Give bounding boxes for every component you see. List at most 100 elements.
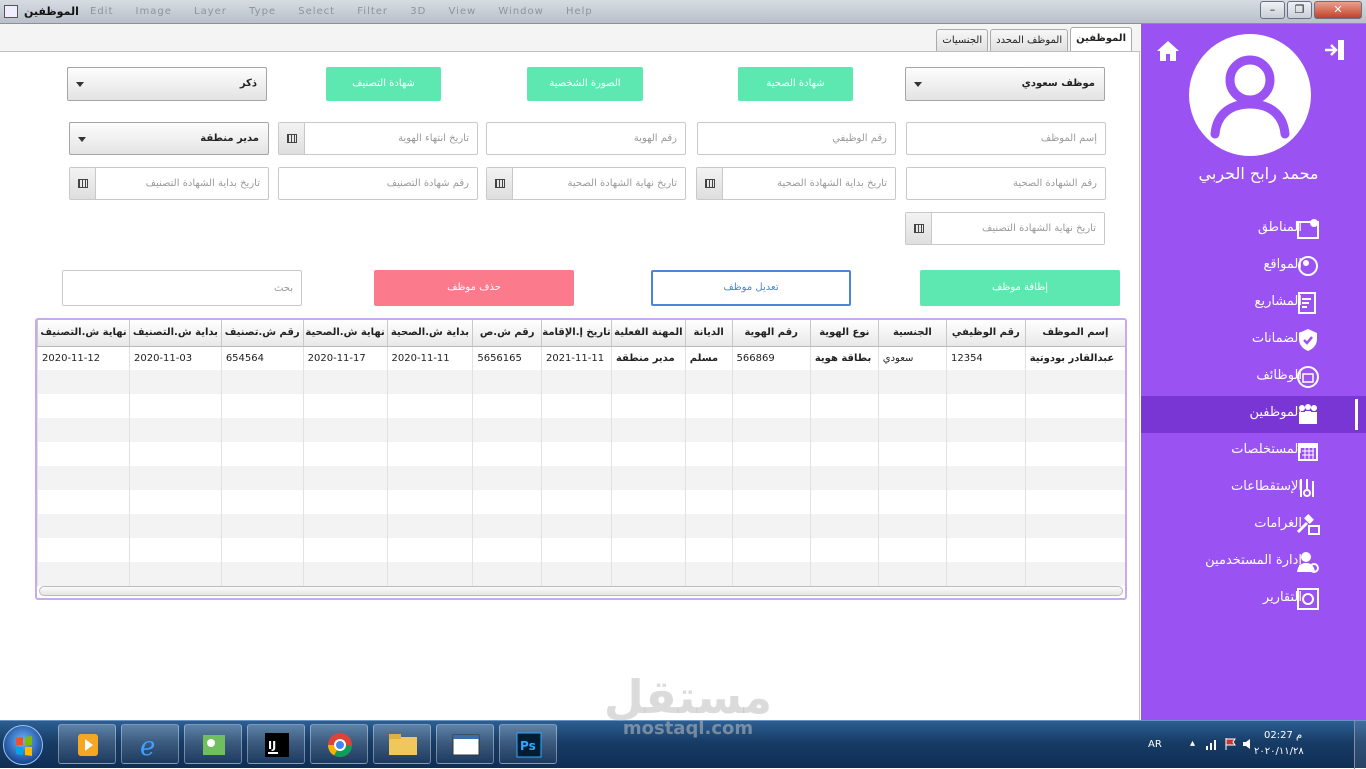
- table-cell[interactable]: [220, 418, 304, 442]
- table-cell[interactable]: [386, 514, 473, 538]
- sidebar-item[interactable]: الوظائف: [1141, 359, 1366, 396]
- table-cell[interactable]: [302, 538, 388, 562]
- table-cell[interactable]: [1024, 370, 1125, 394]
- sidebar-item[interactable]: المستخلصات: [1141, 433, 1366, 470]
- column-header[interactable]: رقم الوظيفي: [945, 320, 1026, 347]
- table-cell[interactable]: [128, 538, 222, 562]
- table-cell[interactable]: [731, 514, 811, 538]
- table-cell[interactable]: [731, 490, 811, 514]
- table-cell[interactable]: [945, 466, 1026, 490]
- table-cell[interactable]: [945, 514, 1026, 538]
- table-cell[interactable]: [128, 490, 222, 514]
- table-cell[interactable]: [945, 490, 1026, 514]
- table-cell[interactable]: [37, 562, 130, 586]
- table-cell[interactable]: [540, 562, 612, 586]
- taskbar-intellij-icon[interactable]: IJ: [247, 724, 305, 764]
- table-cell[interactable]: 2020-11-12: [37, 346, 130, 370]
- table-cell[interactable]: [540, 538, 612, 562]
- table-cell[interactable]: [37, 442, 130, 466]
- table-cell[interactable]: [610, 514, 686, 538]
- table-cell[interactable]: [302, 418, 388, 442]
- gender-select[interactable]: ذكر: [67, 67, 267, 101]
- table-cell[interactable]: [128, 394, 222, 418]
- table-cell[interactable]: [540, 394, 612, 418]
- table-cell[interactable]: عبدالقادر بودوتية: [1024, 346, 1125, 370]
- sidebar-item[interactable]: الإستقطاعات: [1141, 470, 1366, 507]
- sidebar-item[interactable]: المشاريع: [1141, 285, 1366, 322]
- taskbar-explorer-icon[interactable]: [373, 724, 431, 764]
- table-cell[interactable]: [731, 394, 811, 418]
- table-cell[interactable]: [684, 466, 733, 490]
- table-cell[interactable]: [1024, 466, 1125, 490]
- table-row[interactable]: [37, 418, 1125, 442]
- column-header[interactable]: نهاية ش.التصنيف: [37, 320, 130, 347]
- column-header[interactable]: الجنسية: [877, 320, 947, 347]
- search-input[interactable]: بحث: [62, 270, 302, 306]
- table-cell[interactable]: [610, 442, 686, 466]
- taskbar-ie-icon[interactable]: e: [121, 724, 179, 764]
- table-cell[interactable]: [945, 370, 1026, 394]
- table-cell[interactable]: [945, 394, 1026, 418]
- minimize-button[interactable]: –: [1260, 1, 1285, 19]
- sidebar-item[interactable]: الموظفين: [1141, 396, 1366, 433]
- table-cell[interactable]: [731, 418, 811, 442]
- table-cell[interactable]: [472, 538, 542, 562]
- table-cell[interactable]: [809, 394, 879, 418]
- table-cell[interactable]: [128, 418, 222, 442]
- table-cell[interactable]: [610, 370, 686, 394]
- table-cell[interactable]: 2020-11-03: [128, 346, 222, 370]
- table-cell[interactable]: [877, 490, 947, 514]
- table-cell[interactable]: [877, 514, 947, 538]
- table-cell[interactable]: [610, 562, 686, 586]
- table-cell[interactable]: [386, 418, 473, 442]
- class-cert-end-field[interactable]: تاريخ نهاية الشهادة التصنيف: [905, 212, 1105, 245]
- table-cell[interactable]: [809, 514, 879, 538]
- table-cell[interactable]: [302, 490, 388, 514]
- taskbar-window-icon[interactable]: [436, 724, 494, 764]
- table-cell[interactable]: [128, 466, 222, 490]
- table-cell[interactable]: [302, 394, 388, 418]
- table-cell[interactable]: [128, 514, 222, 538]
- table-cell[interactable]: [386, 370, 473, 394]
- table-cell[interactable]: [220, 466, 304, 490]
- table-cell[interactable]: [302, 514, 388, 538]
- table-row[interactable]: [37, 538, 1125, 562]
- table-cell[interactable]: [220, 562, 304, 586]
- table-cell[interactable]: [945, 562, 1026, 586]
- table-cell[interactable]: [731, 562, 811, 586]
- table-cell[interactable]: مسلم: [684, 346, 733, 370]
- table-cell[interactable]: [540, 418, 612, 442]
- table-cell[interactable]: [302, 562, 388, 586]
- tab-employees[interactable]: الموظفين: [1070, 27, 1132, 51]
- table-row[interactable]: [37, 442, 1125, 466]
- table-cell[interactable]: [877, 418, 947, 442]
- table-cell[interactable]: [610, 538, 686, 562]
- table-row[interactable]: [37, 562, 1125, 586]
- table-cell[interactable]: [472, 394, 542, 418]
- maximize-button[interactable]: ❐: [1287, 1, 1312, 19]
- class-cert-start-field[interactable]: تاريخ بداية الشهادة التصنيف: [69, 167, 269, 200]
- table-row[interactable]: [37, 490, 1125, 514]
- column-header[interactable]: إسم الموظف: [1024, 320, 1125, 347]
- column-header[interactable]: رقم ش.ص: [472, 320, 542, 347]
- employee-type-select[interactable]: موظف سعودي: [905, 67, 1105, 101]
- table-cell[interactable]: [610, 490, 686, 514]
- table-cell[interactable]: [684, 562, 733, 586]
- table-cell[interactable]: [37, 490, 130, 514]
- tab-selected-employee[interactable]: الموظف المحدد: [990, 29, 1069, 51]
- calendar-icon[interactable]: [697, 168, 723, 199]
- table-cell[interactable]: [877, 562, 947, 586]
- table-cell[interactable]: [128, 370, 222, 394]
- table-cell[interactable]: [684, 394, 733, 418]
- table-cell[interactable]: [472, 442, 542, 466]
- sidebar-item[interactable]: المناطق: [1141, 211, 1366, 248]
- table-cell[interactable]: [945, 442, 1026, 466]
- table-cell[interactable]: [37, 418, 130, 442]
- taskbar-media-player-icon[interactable]: [58, 724, 116, 764]
- table-cell[interactable]: [472, 370, 542, 394]
- table-cell[interactable]: [472, 490, 542, 514]
- table-cell[interactable]: [37, 394, 130, 418]
- chevron-up-icon[interactable]: ▴: [1190, 738, 1195, 749]
- sidebar-item[interactable]: إدارة المستخدمين: [1141, 544, 1366, 581]
- clock-time[interactable]: 02:27 م: [1264, 730, 1302, 741]
